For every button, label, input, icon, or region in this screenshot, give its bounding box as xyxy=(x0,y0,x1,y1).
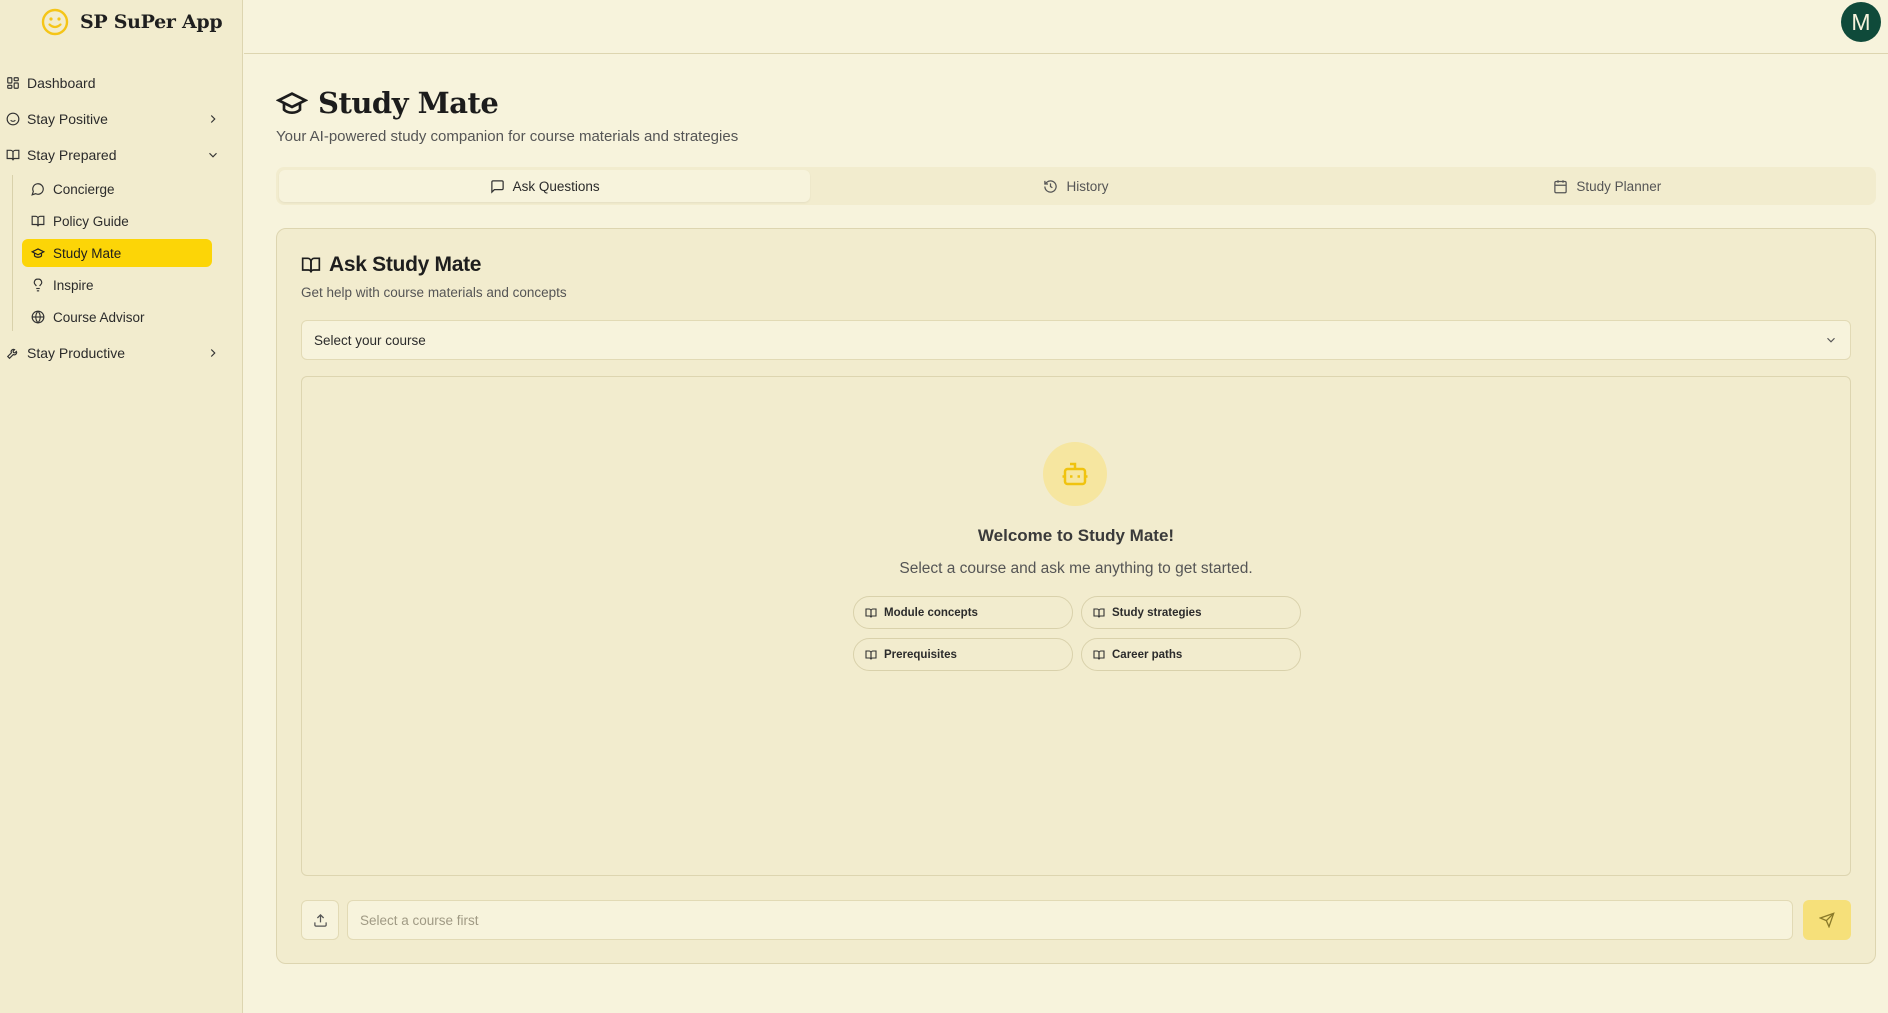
chat-area: Welcome to Study Mate! Select a course a… xyxy=(301,376,1851,876)
smile-icon xyxy=(6,112,20,126)
ask-study-mate-card: Ask Study Mate Get help with course mate… xyxy=(276,228,1876,964)
chip-label: Study strategies xyxy=(1112,606,1202,619)
sidebar-item-label: Stay Prepared xyxy=(27,147,117,163)
sidebar-item-course-advisor[interactable]: Course Advisor xyxy=(22,303,212,331)
message-input[interactable] xyxy=(347,900,1793,940)
main-content: Study Mate Your AI-powered study compani… xyxy=(276,54,1876,964)
smiley-logo-icon xyxy=(40,7,70,37)
sidebar-item-stay-productive[interactable]: Stay Productive xyxy=(0,335,242,371)
tab-label: Ask Questions xyxy=(512,178,600,194)
sidebar-nav: Dashboard Stay Positive Stay Prepared Co… xyxy=(0,65,242,371)
sidebar-item-stay-positive[interactable]: Stay Positive xyxy=(0,101,242,137)
sidebar-item-label: Concierge xyxy=(53,181,115,197)
tab-label: Study Planner xyxy=(1576,178,1662,194)
course-select[interactable]: Select your course xyxy=(301,320,1851,360)
avatar[interactable]: M xyxy=(1841,2,1881,42)
sidebar-item-label: Dashboard xyxy=(27,75,96,91)
book-open-icon xyxy=(865,607,877,619)
graduation-cap-icon xyxy=(31,246,45,260)
sidebar-item-inspire[interactable]: Inspire xyxy=(22,271,212,299)
chevron-right-icon xyxy=(206,112,220,126)
book-open-icon xyxy=(1093,649,1105,661)
brand-name: SP SuPer App xyxy=(80,11,223,33)
chip-study-strategies[interactable]: Study strategies xyxy=(1081,596,1301,629)
stay-prepared-submenu: Concierge Policy Guide Study Mate Inspir… xyxy=(12,175,242,331)
tab-ask-questions[interactable]: Ask Questions xyxy=(279,170,811,202)
globe-icon xyxy=(31,310,45,324)
chevron-down-icon xyxy=(206,148,220,162)
sidebar-item-concierge[interactable]: Concierge xyxy=(22,175,212,203)
message-square-icon xyxy=(490,179,505,194)
history-icon xyxy=(1043,179,1058,194)
sidebar: SP SuPer App Dashboard Stay Positive Sta… xyxy=(0,0,243,1013)
card-header: Ask Study Mate xyxy=(301,253,1851,277)
lightbulb-icon xyxy=(31,278,45,292)
card-title: Ask Study Mate xyxy=(329,253,482,276)
top-bar: M xyxy=(244,0,1888,54)
dashboard-grid-icon xyxy=(6,76,20,90)
tab-history[interactable]: History xyxy=(810,170,1341,202)
chip-module-concepts[interactable]: Module concepts xyxy=(853,596,1073,629)
upload-button[interactable] xyxy=(301,900,339,940)
graduation-cap-icon xyxy=(276,87,308,119)
sidebar-item-label: Stay Productive xyxy=(27,345,126,361)
chip-label: Prerequisites xyxy=(884,648,957,661)
chevron-right-icon xyxy=(206,346,220,360)
book-open-icon xyxy=(6,148,20,162)
suggestion-chips: Module concepts Study strategies Prerequ… xyxy=(853,596,1301,671)
course-select-value: Select your course xyxy=(314,332,426,348)
book-open-icon xyxy=(301,255,321,275)
chip-label: Module concepts xyxy=(884,606,978,619)
brand[interactable]: SP SuPer App xyxy=(0,0,242,44)
tab-study-planner[interactable]: Study Planner xyxy=(1342,170,1873,202)
book-open-icon xyxy=(865,649,877,661)
page-header: Study Mate xyxy=(276,86,1876,120)
book-open-icon xyxy=(31,214,45,228)
sidebar-item-label: Policy Guide xyxy=(53,213,129,229)
chat-bubble-icon xyxy=(31,182,45,196)
tab-bar: Ask Questions History Study Planner xyxy=(276,167,1876,205)
chip-prerequisites[interactable]: Prerequisites xyxy=(853,638,1073,671)
sidebar-item-stay-prepared[interactable]: Stay Prepared xyxy=(0,137,242,173)
welcome-title: Welcome to Study Mate! xyxy=(977,526,1175,545)
page-title: Study Mate xyxy=(318,86,499,120)
chip-label: Career paths xyxy=(1112,648,1183,661)
chip-career-paths[interactable]: Career paths xyxy=(1081,638,1301,671)
sidebar-item-label: Course Advisor xyxy=(53,309,145,325)
message-input-row xyxy=(301,900,1851,940)
sidebar-item-label: Study Mate xyxy=(53,245,122,261)
chevron-down-icon xyxy=(1824,333,1838,347)
calendar-icon xyxy=(1553,179,1568,194)
tab-label: History xyxy=(1066,178,1109,194)
sidebar-item-label: Inspire xyxy=(53,277,94,293)
upload-icon xyxy=(313,913,328,928)
sidebar-item-study-mate[interactable]: Study Mate xyxy=(22,239,212,267)
sidebar-item-policy-guide[interactable]: Policy Guide xyxy=(22,207,212,235)
bot-avatar xyxy=(1043,442,1107,506)
send-icon xyxy=(1819,912,1835,928)
card-description: Get help with course materials and conce… xyxy=(301,285,567,300)
bot-icon xyxy=(1060,459,1090,489)
sidebar-item-label: Stay Positive xyxy=(27,111,108,127)
page-subtitle: Your AI-powered study companion for cour… xyxy=(276,128,739,145)
sidebar-item-dashboard[interactable]: Dashboard xyxy=(0,65,242,101)
book-open-icon xyxy=(1093,607,1105,619)
wrench-icon xyxy=(6,346,20,360)
send-button[interactable] xyxy=(1803,900,1851,940)
welcome-text: Select a course and ask me anything to g… xyxy=(899,560,1253,577)
